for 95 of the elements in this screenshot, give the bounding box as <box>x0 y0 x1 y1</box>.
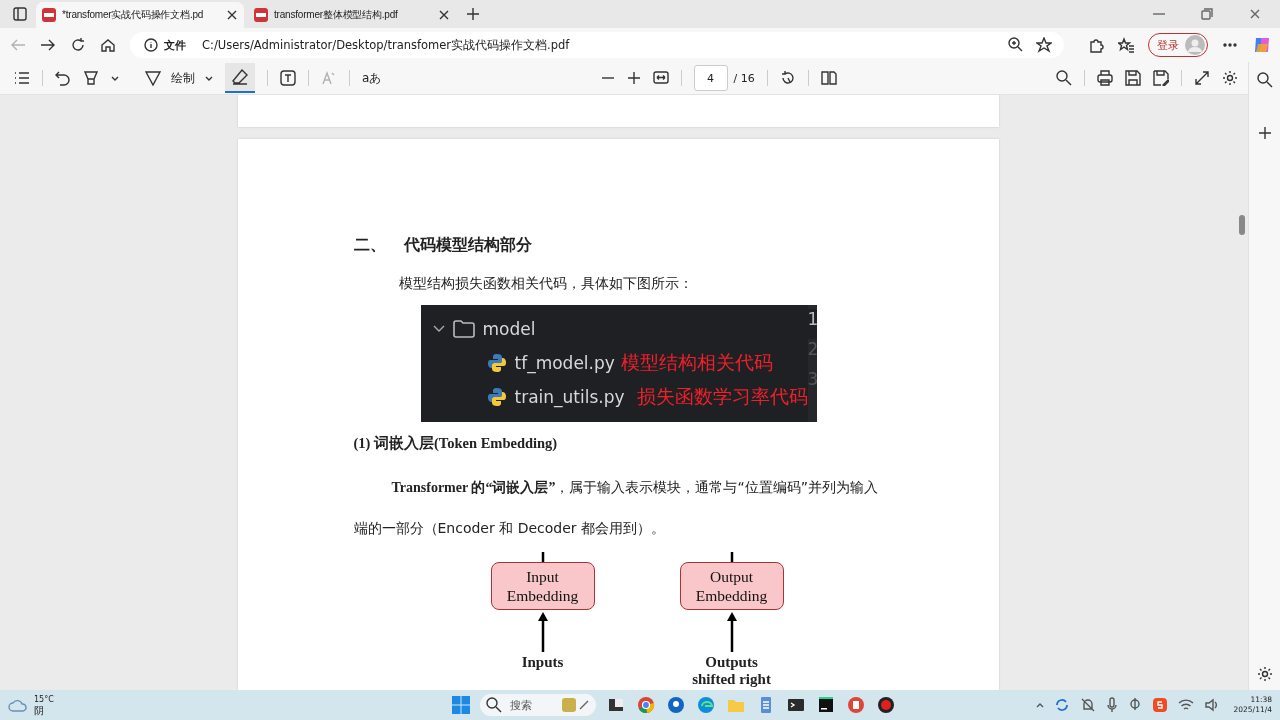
line-number: 1 <box>807 309 817 339</box>
favorites-icon[interactable] <box>1118 37 1134 53</box>
zoom-icon[interactable] <box>1008 37 1024 53</box>
new-tab-icon[interactable] <box>466 7 480 21</box>
edge-icon[interactable] <box>697 696 715 714</box>
pdf-file-icon <box>253 7 269 23</box>
fit-width-icon[interactable] <box>652 70 669 86</box>
page-number-field[interactable]: 4 <box>693 65 728 91</box>
temperature: 15°C <box>34 694 54 705</box>
copilot-icon[interactable] <box>1252 35 1272 55</box>
up-arrow <box>725 612 738 652</box>
favorite-star-icon[interactable] <box>1036 37 1052 53</box>
ide-icon[interactable] <box>817 696 835 714</box>
python-file-icon <box>486 386 507 407</box>
input-label: Outputs shifted right <box>692 654 771 688</box>
rotate-icon[interactable] <box>779 70 796 86</box>
chevron-down-icon[interactable] <box>432 324 445 333</box>
taskbar-search[interactable]: 搜索 <box>480 694 596 716</box>
avatar-icon <box>1185 35 1205 55</box>
add-icon[interactable] <box>1257 126 1272 140</box>
search-icon <box>486 697 502 713</box>
input-label: Inputs <box>521 654 564 671</box>
save-as-icon[interactable] <box>1153 70 1169 86</box>
wifi-icon[interactable] <box>1177 698 1194 712</box>
contents-icon[interactable] <box>14 70 30 86</box>
body-text: 模型结构损失函数相关代码，具体如下图所示： <box>398 275 694 293</box>
extensions-icon[interactable] <box>1088 37 1104 53</box>
start-icon[interactable] <box>452 696 470 714</box>
undo-icon[interactable] <box>55 70 71 86</box>
subheading: (1) 词嵌入层(Token Embedding) <box>353 434 559 453</box>
cloud-icon <box>8 698 28 712</box>
muted-bell-icon[interactable] <box>1079 697 1096 713</box>
settings-icon[interactable] <box>1222 70 1238 86</box>
task-view-icon[interactable] <box>607 696 625 714</box>
browser-tab[interactable]: *transfomer实战代码操作文档.pd <box>36 2 244 28</box>
input-method-icon[interactable] <box>1151 697 1168 713</box>
file-name: train_utils.py <box>514 386 625 407</box>
weather-condition: 阴 <box>34 705 45 716</box>
browser-tab[interactable]: transformer整体模型结构.pdf <box>248 2 456 28</box>
annotation-text: 损失函数学习率代码 <box>636 383 808 409</box>
scrollbar-thumb[interactable] <box>1239 215 1245 235</box>
heading-number: 二、 <box>353 235 386 256</box>
pdf-file-icon <box>41 7 57 23</box>
search-icon[interactable] <box>1256 72 1273 88</box>
close-icon[interactable] <box>437 8 451 22</box>
tab-title: transformer整体模型结构.pdf <box>274 8 399 22</box>
microphone-icon[interactable] <box>1105 697 1118 713</box>
embedding-box: Input Embedding <box>490 562 595 610</box>
presentation-app-icon[interactable] <box>847 696 865 714</box>
home-icon[interactable] <box>100 37 116 53</box>
text-options-button[interactable]: aあ <box>362 69 382 87</box>
save-icon[interactable] <box>1125 70 1141 86</box>
record-icon[interactable] <box>877 696 895 714</box>
chevron-up-icon[interactable] <box>1035 701 1044 709</box>
page-view-icon[interactable] <box>820 70 837 86</box>
eraser-button[interactable] <box>225 63 255 93</box>
python-file-icon <box>486 352 507 373</box>
caret-icon <box>205 74 213 82</box>
up-arrow <box>536 612 549 652</box>
url-text: C:/Users/Administrator/Desktop/transfomer实战代码操作文档.pdf <box>202 37 570 53</box>
search-highlight-icon <box>560 697 590 713</box>
annotation-text: 模型结构相关代码 <box>620 349 773 375</box>
tab-title: *transfomer实战代码操作文档.pd <box>62 8 205 22</box>
folder-icon <box>452 319 475 338</box>
sync-icon[interactable] <box>1053 697 1070 713</box>
zoom-in-icon[interactable] <box>626 71 641 85</box>
section-heading: 代码模型结构部分 <box>403 235 532 256</box>
tab-actions-icon <box>12 6 28 22</box>
eraser-icon <box>232 69 248 85</box>
close-icon[interactable] <box>225 8 239 22</box>
location-icon[interactable] <box>1127 697 1142 713</box>
speaker-icon[interactable] <box>1203 698 1220 712</box>
folder-name: model <box>482 318 536 339</box>
full-screen-icon[interactable] <box>1194 70 1210 86</box>
search-icon[interactable] <box>1056 70 1072 86</box>
body-paragraph: Transformer 的“词嵌入层”，属于输入表示模块，通常与“位置编码”并列为输入端的一部分（Encoder 和 Decoder 都会用到）。 <box>353 478 879 538</box>
settings-icon[interactable] <box>1256 666 1273 682</box>
text-box-icon[interactable] <box>280 70 296 86</box>
terminal-icon[interactable] <box>787 696 805 714</box>
restore-icon[interactable] <box>1200 7 1214 21</box>
embedding-box: Output Embedding <box>679 562 784 610</box>
refresh-icon[interactable] <box>70 37 86 53</box>
address-field[interactable]: 文件 C:/Users/Administrator/Desktop/transfomer实战代码操作文档.pdf <box>130 32 1064 58</box>
highlight-icon[interactable] <box>83 70 99 86</box>
chrome-icon[interactable] <box>637 696 655 714</box>
page-count: / 16 <box>733 71 755 85</box>
site-info-label: 文件 <box>164 37 186 53</box>
file-name: tf_model.py <box>514 352 615 373</box>
draw-icon <box>145 70 161 86</box>
info-icon[interactable] <box>144 38 158 52</box>
print-icon[interactable] <box>1097 70 1113 86</box>
forward-icon[interactable] <box>40 37 56 53</box>
map-pin-icon[interactable] <box>667 696 685 714</box>
caret-icon[interactable] <box>111 74 119 82</box>
draw-button[interactable]: 绘制 <box>145 70 213 86</box>
